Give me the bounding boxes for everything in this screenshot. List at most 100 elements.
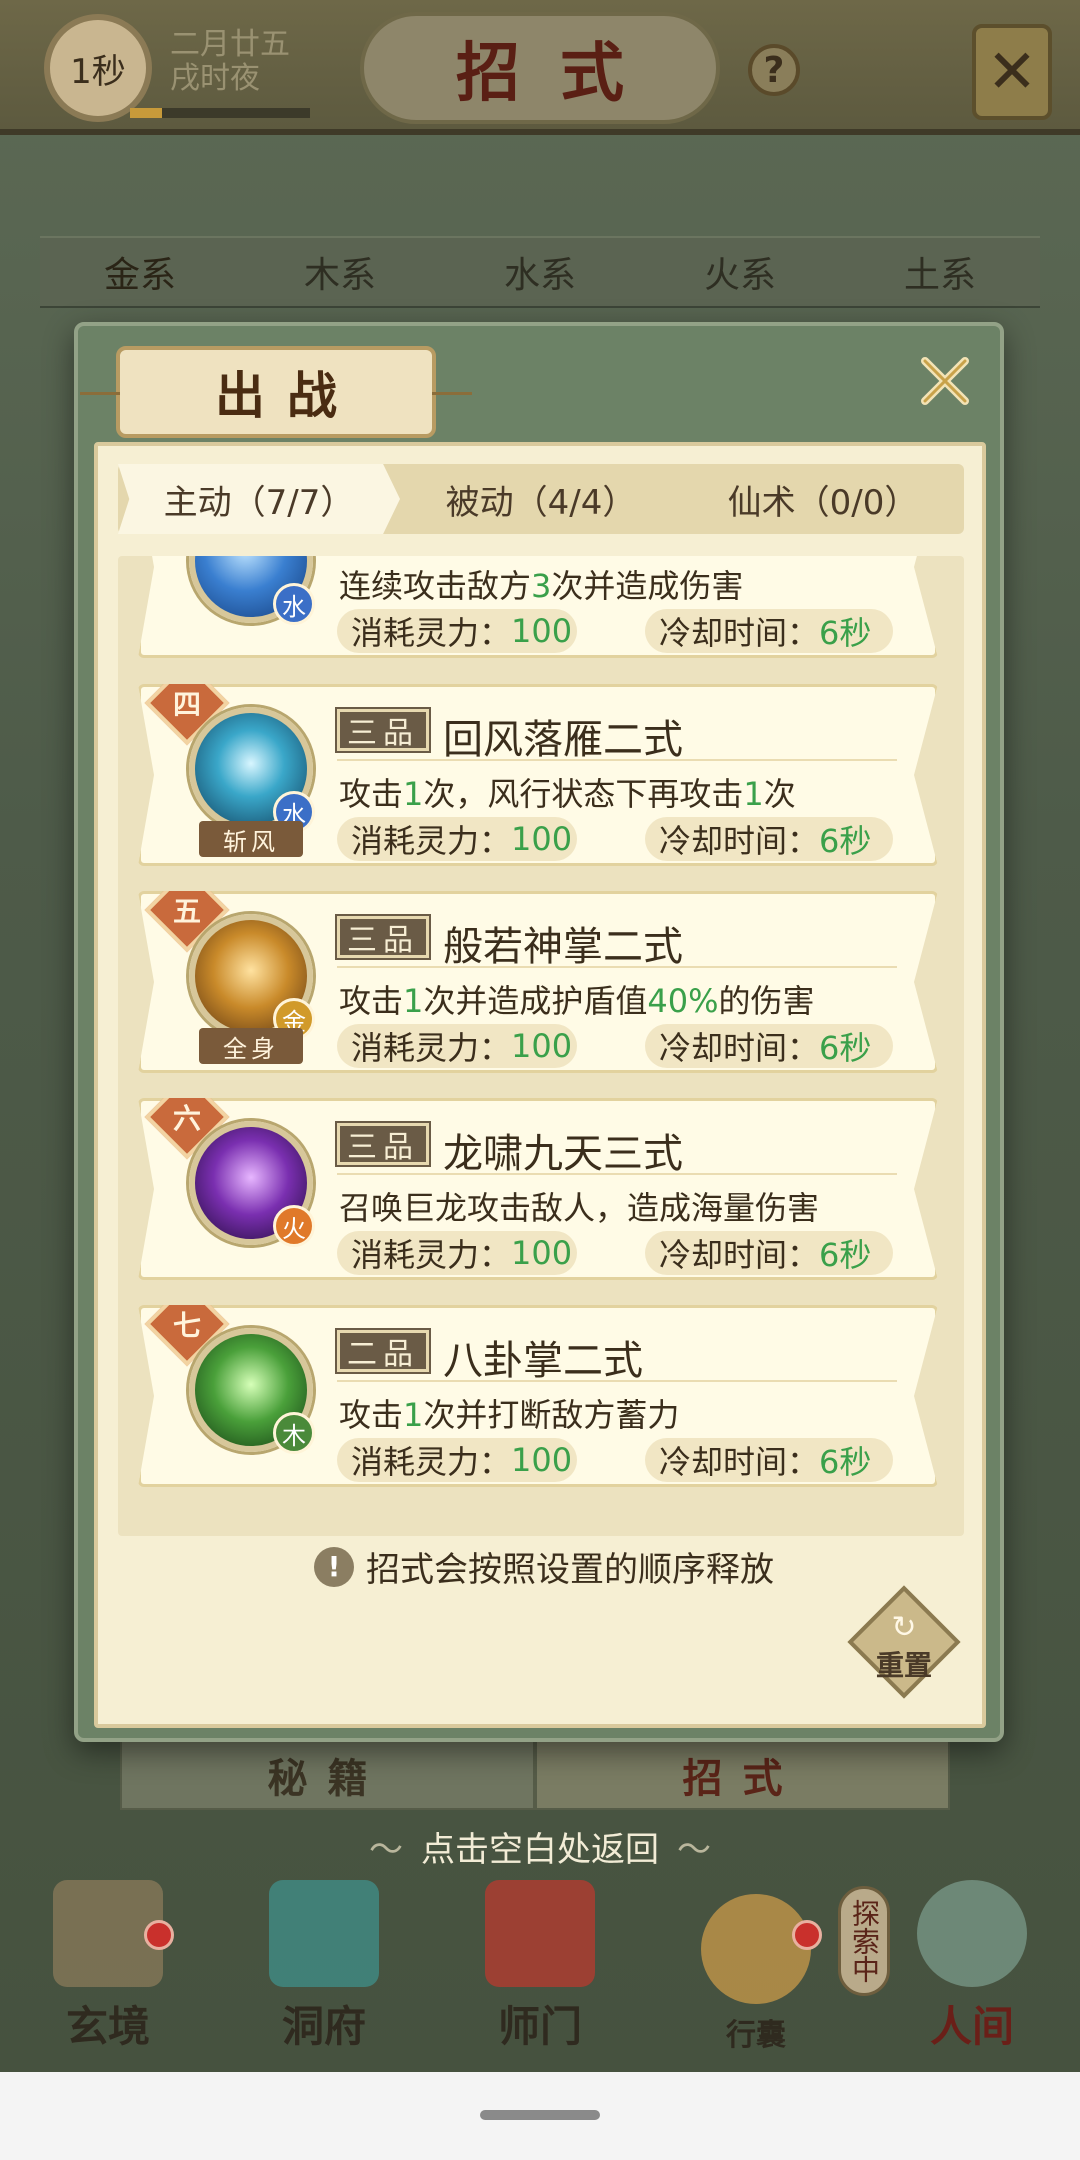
divider [337,759,897,761]
skill-list[interactable]: 水 连续攻击敌方3次并造成伤害 消耗灵力： 100 冷却时间： 6秒 四 水 斩风 … [118,556,964,1536]
cost-label: 消耗灵力： [351,614,512,652]
exploring-status-tag[interactable]: 探索中 [838,1886,890,1996]
tab-active-skills[interactable]: 主动（7/7） [118,464,400,534]
tab-skills[interactable]: 招式 [535,1740,950,1810]
nav-label: 洞府 [281,2002,366,2051]
bottom-section-tabs: 秘籍 招式 [120,1740,950,1810]
nav-sect[interactable]: 师门 [432,1880,648,2072]
divider [337,966,897,968]
desc-text: 次并造成伤害 [551,567,744,605]
mana-cost: 消耗灵力： 100 [337,817,577,861]
bag-icon [701,1894,811,2004]
grade-tag: 三品 [335,1121,431,1167]
desc-text: 次，风行状态下再攻击 [423,775,744,813]
tab-water[interactable]: 水系 [440,238,640,306]
exclamation-icon: ! [314,1546,354,1587]
cost-value: 100 [511,1027,573,1065]
grade-tag: 三品 [335,914,431,960]
desc-text: 攻击 [339,775,404,813]
tab-fire[interactable]: 火系 [640,238,840,306]
desc-value: 3 [531,567,552,605]
day-progress-fill [130,108,163,118]
game-date: 二月廿五 戌时夜 [170,28,290,96]
cost-value: 100 [511,612,573,650]
element-badge: 木 [273,1412,315,1454]
release-order-hint: ! 招式会按照设置的顺序释放 [98,1542,990,1591]
tab-wood[interactable]: 木系 [240,238,440,306]
skill-card[interactable]: 四 水 斩风 三品 回风落雁二式 攻击1次，风行状态下再攻击1次 消耗灵力： 10… [138,684,938,866]
desc-value: 40% [647,982,719,1020]
desc-text: 攻击 [339,982,404,1020]
cooldown-value: 6秒 [819,822,872,860]
desc-value: 1 [403,1396,424,1434]
element-badge: 水 [273,583,315,625]
desc-text: 召唤巨龙攻击敌人，造成海量伤害 [339,1189,820,1227]
skill-name: 般若神掌二式 [443,924,683,970]
nav-cave[interactable]: 洞府 [216,1880,432,2072]
desc-text: 攻击 [339,1396,404,1434]
mana-cost: 消耗灵力： 100 [337,1024,577,1068]
cooldown-value: 6秒 [819,1443,872,1481]
skill-card[interactable]: 七 木 二品 八卦掌二式 攻击1次并打断敌方蓄力 消耗灵力： 100 冷却时间： 6… [138,1305,938,1487]
cooldown-label: 冷却时间： [659,822,820,860]
cooldown-value: 6秒 [819,1029,872,1067]
nav-mystic-realm[interactable]: 玄境 [0,1880,216,2072]
cooldown-value: 6秒 [819,1236,872,1274]
grade-tag: 二品 [335,1328,431,1374]
desc-value: 1 [403,775,424,813]
desc-text: 的伤害 [718,982,815,1020]
desc-text: 次 [763,775,796,813]
timer-badge[interactable]: 1秒 [44,14,152,122]
swirl-ornament-left: 〜 [369,1830,403,1870]
cooldown-label: 冷却时间： [659,614,820,652]
page-close-button[interactable]: ✕ [972,24,1052,120]
cooldown: 冷却时间： 6秒 [645,817,893,861]
skill-name: 八卦掌二式 [443,1338,643,1384]
tab-manuals[interactable]: 秘籍 [120,1740,535,1810]
mortal-world-icon [917,1880,1027,1987]
cooldown-label: 冷却时间： [659,1443,820,1481]
home-gesture-handle[interactable] [480,2110,600,2120]
cost-label: 消耗灵力： [351,1236,512,1274]
mana-cost: 消耗灵力： 100 [337,1438,577,1482]
skill-card[interactable]: 五 金 全身 三品 般若神掌二式 攻击1次并造成护盾值40%的伤害 消耗灵力： 1… [138,891,938,1073]
skill-description: 召唤巨龙攻击敌人，造成海量伤害 [339,1183,819,1229]
tab-immortal-arts[interactable]: 仙术（0/0） [682,464,964,534]
return-hint-text: 点击空白处返回 [421,1830,659,1870]
desc-text: 次并造成护盾值 [423,982,648,1020]
close-icon [921,357,969,405]
return-hint[interactable]: 〜点击空白处返回〜 [0,1822,1080,1871]
reset-label: 重置 [875,1649,932,1682]
notification-dot [792,1920,822,1950]
skill-card[interactable]: 水 连续攻击敌方3次并造成伤害 消耗灵力： 100 冷却时间： 6秒 [138,556,938,658]
nav-mortal-world[interactable]: 人间 [864,1880,1080,2072]
page-title-plate: 招式 [360,12,720,124]
cooldown: 冷却时间： 6秒 [645,1024,893,1068]
dialog-title: 出战 [215,367,359,425]
tab-earth[interactable]: 土系 [840,238,1040,306]
skill-card[interactable]: 六 火 三品 龙啸九天三式 召唤巨龙攻击敌人，造成海量伤害 消耗灵力： 100 冷… [138,1098,938,1280]
page-title: 招式 [456,37,664,111]
cooldown-label: 冷却时间： [659,1029,820,1067]
top-bar: 1秒 二月廿五 戌时夜 招式 ? ✕ [0,0,1080,135]
help-button[interactable]: ? [748,44,800,96]
cost-label: 消耗灵力： [351,1443,512,1481]
tab-metal[interactable]: 金系 [40,238,240,306]
mana-cost: 消耗灵力： 100 [337,609,577,653]
desc-value: 1 [403,982,424,1020]
swirl-ornament-right: 〜 [677,1830,711,1870]
skill-description: 连续攻击敌方3次并造成伤害 [339,561,743,607]
element-badge: 火 [273,1205,315,1247]
dialog-panel: 主动（7/7） 被动（4/4） 仙术（0/0） 水 连续攻击敌方3次并造成伤害 … [94,442,986,1728]
tab-passive-skills[interactable]: 被动（4/4） [400,464,682,534]
cooldown-value: 6秒 [819,614,872,652]
nav-bag[interactable]: 行囊 [648,1880,864,2072]
desc-text: 连续攻击敌方 [339,567,532,605]
skill-description: 攻击1次，风行状态下再攻击1次 [339,769,796,815]
skill-description: 攻击1次并打断敌方蓄力 [339,1390,679,1436]
reset-button[interactable]: ↻ 重置 [847,1585,961,1699]
nav-label: 行囊 [726,2018,786,2053]
dialog-close-button[interactable] [910,346,980,416]
desc-value: 1 [743,775,764,813]
cost-value: 100 [511,1234,573,1272]
